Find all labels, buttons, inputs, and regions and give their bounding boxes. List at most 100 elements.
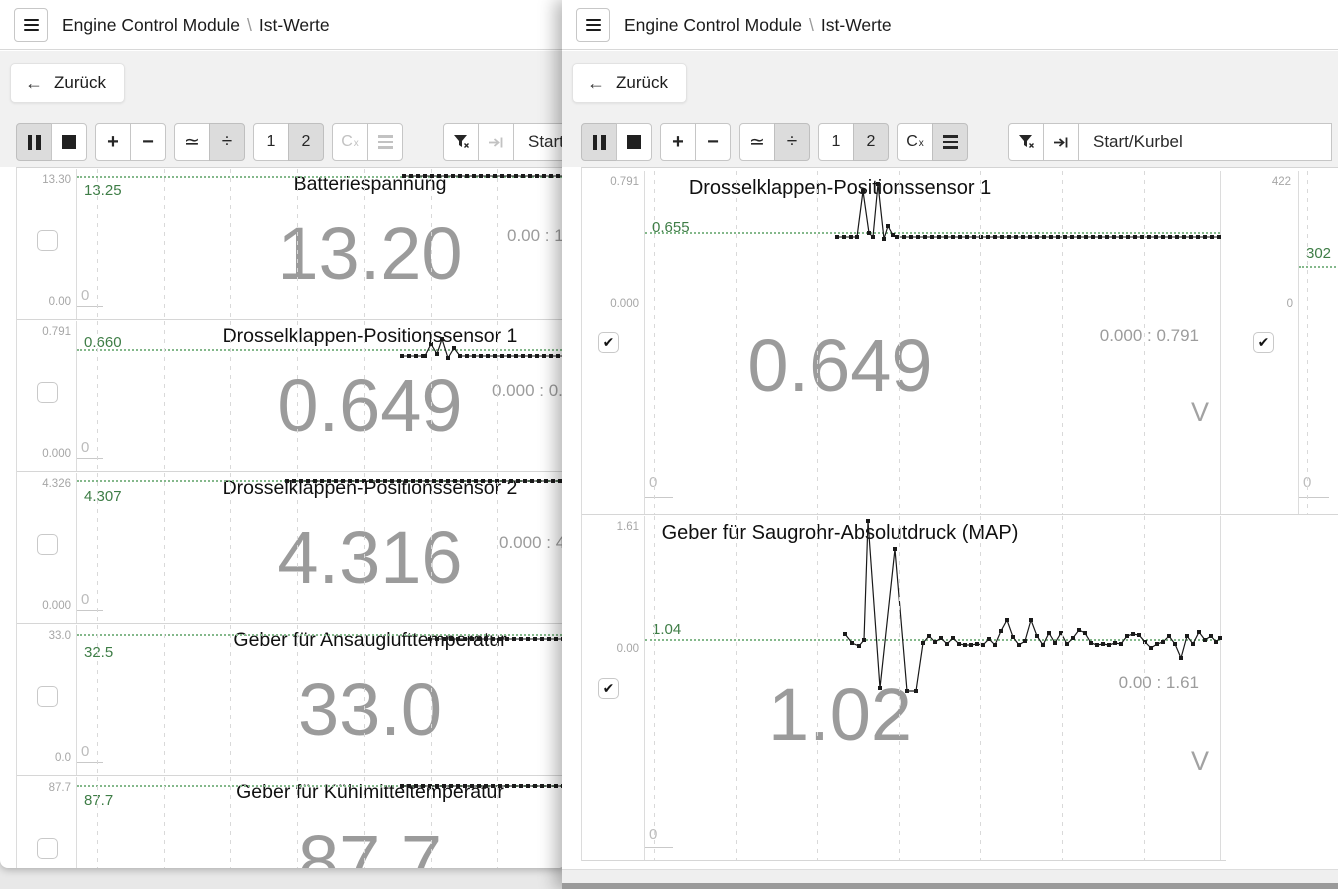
plus-icon: + (672, 131, 684, 154)
horizontal-scrollbar[interactable] (562, 883, 1338, 889)
pause-icon (28, 135, 41, 150)
gridline (1062, 171, 1063, 514)
divide-icon: ÷ (222, 131, 232, 153)
gridline (431, 473, 432, 623)
chart-visibility-checkbox[interactable] (1253, 332, 1274, 353)
gridline (654, 516, 655, 860)
breadcrumb-module: Engine Control Module (624, 15, 802, 36)
back-button[interactable]: ← Zurück (572, 63, 687, 103)
chart-visibility-checkbox[interactable] (37, 686, 58, 707)
sparkline (77, 321, 566, 471)
menu-button[interactable] (14, 8, 48, 42)
plot-area: Geber für Kühlmitteltemperatur 87.7 87.7 (76, 777, 566, 868)
gridline (297, 473, 298, 623)
gridline (899, 171, 900, 514)
minus-icon: − (707, 131, 719, 154)
stop-icon (627, 135, 641, 149)
breadcrumb: Engine Control Module \ Ist-Werte (624, 0, 892, 50)
page-2-button[interactable]: 2 (853, 123, 889, 161)
page-2-button[interactable]: 2 (288, 123, 324, 161)
gridline (899, 516, 900, 860)
pause-button[interactable] (16, 123, 52, 161)
axis-min-label: 0 (1226, 298, 1293, 310)
clear-button[interactable]: Cx (897, 123, 933, 161)
stop-button[interactable] (51, 123, 87, 161)
gridline (164, 169, 165, 319)
window-left-header: Engine Control Module \ Ist-Werte (0, 0, 566, 50)
zoom-in-button[interactable]: + (95, 123, 131, 161)
gridline (297, 777, 298, 868)
split-scale-button[interactable]: ÷ (774, 123, 810, 161)
gridline (164, 777, 165, 868)
axis-min-label: 0.000 (17, 600, 71, 612)
back-label: Zurück (54, 73, 106, 93)
gridline (431, 777, 432, 868)
gridline (230, 169, 231, 319)
zoom-out-button[interactable]: − (130, 123, 166, 161)
page-1-button[interactable]: 1 (253, 123, 289, 161)
chart-visibility-checkbox[interactable] (37, 838, 58, 859)
filter-input[interactable] (1078, 123, 1332, 161)
plus-icon: + (107, 131, 119, 154)
axis-min-label: 0.00 (582, 643, 639, 655)
gridline (297, 625, 298, 775)
window-left-subbar: ← Zurück + − ≃ ÷ 1 2 (0, 51, 566, 167)
filter-clear-button[interactable] (443, 123, 479, 161)
sparkline (77, 473, 566, 623)
gridline (230, 777, 231, 868)
axis-min-label: 0.0 (17, 752, 71, 764)
gridline (817, 516, 818, 860)
gridline (97, 321, 98, 471)
chart-visibility-checkbox[interactable] (37, 382, 58, 403)
toolbar: + − ≃ ÷ 1 2 Cx (581, 123, 1338, 161)
filter-input[interactable] (513, 123, 566, 161)
goto-end-button[interactable] (478, 123, 514, 161)
list-button[interactable] (367, 123, 403, 161)
list-icon (378, 135, 393, 149)
wave-icon: ≃ (749, 131, 765, 154)
zoom-in-button[interactable]: + (660, 123, 696, 161)
axis-min-label: 0.000 (17, 448, 71, 460)
list-icon (943, 135, 958, 149)
axis-max-label: 13.30 (17, 174, 71, 186)
chart-tile-drosselklappe-2: 4.326 0.000 Drosselklappen-Positionssens… (17, 473, 566, 624)
gridline (980, 171, 981, 514)
curve-mode-button[interactable]: ≃ (739, 123, 775, 161)
chart-visibility-checkbox[interactable] (37, 534, 58, 555)
zoom-out-button[interactable]: − (695, 123, 731, 161)
sparkline (645, 171, 1222, 515)
curve-mode-button[interactable]: ≃ (174, 123, 210, 161)
stop-button[interactable] (616, 123, 652, 161)
sparkline (645, 516, 1222, 861)
clear-button[interactable]: Cx (332, 123, 368, 161)
charts-area: 0.791 0.000 Drosselklappen-Positionssens… (581, 167, 1338, 861)
split-scale-button[interactable]: ÷ (209, 123, 245, 161)
marker-line (1299, 266, 1338, 268)
axis-tick (1299, 497, 1329, 498)
axis-max-label: 422 (1226, 176, 1291, 188)
list-button[interactable] (932, 123, 968, 161)
marker-value: 302 (1306, 245, 1331, 262)
axis-max-label: 33.0 (17, 630, 71, 642)
plot-area: Drosselklappen-Positionssensor 2 4.307 4… (76, 473, 566, 623)
page-1-button[interactable]: 1 (818, 123, 854, 161)
stop-icon (62, 135, 76, 149)
breadcrumb-page: Ist-Werte (821, 15, 892, 36)
gridline (736, 516, 737, 860)
axis-min-label: 0.00 (17, 296, 71, 308)
back-arrow-icon: ← (587, 73, 605, 94)
gridline (980, 516, 981, 860)
pause-button[interactable] (581, 123, 617, 161)
menu-button[interactable] (576, 8, 610, 42)
back-button[interactable]: ← Zurück (10, 63, 125, 103)
hamburger-icon (24, 19, 39, 21)
chart-visibility-checkbox[interactable] (37, 230, 58, 251)
axis-max-label: 0.791 (17, 326, 71, 338)
gridline (364, 625, 365, 775)
breadcrumb-separator: \ (247, 15, 252, 36)
goto-end-button[interactable] (1043, 123, 1079, 161)
filter-clear-button[interactable] (1008, 123, 1044, 161)
filter-x-icon (1018, 134, 1035, 150)
plot-area: Geber für Saugrohr-Absolutdruck (MAP) 1.… (644, 516, 1221, 860)
gridline (817, 171, 818, 514)
